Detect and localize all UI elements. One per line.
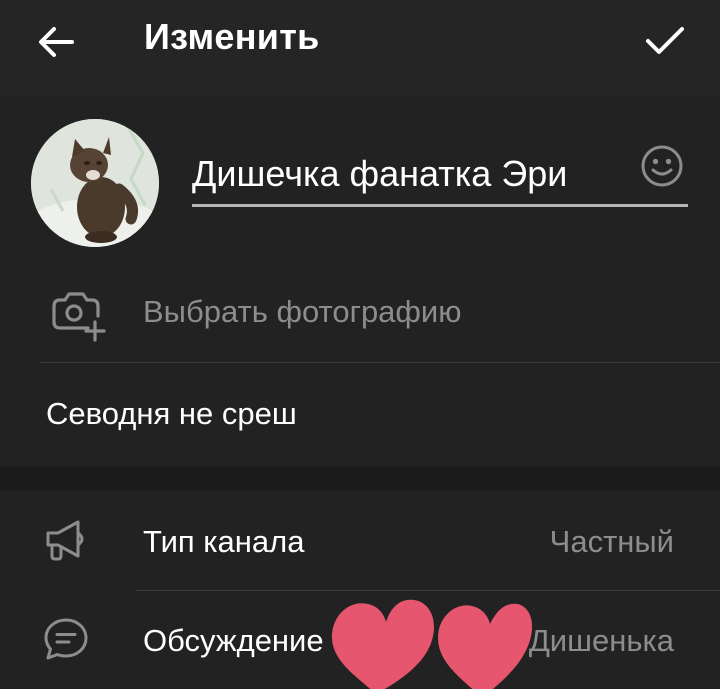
done-button[interactable] — [638, 18, 692, 64]
arrow-left-icon — [39, 27, 74, 57]
choose-photo-row[interactable]: Выбрать фотографию — [0, 268, 720, 360]
camera-add-icon — [52, 292, 106, 342]
page-title: Изменить — [144, 16, 320, 57]
emoji-button[interactable] — [638, 142, 686, 190]
channel-type-row[interactable]: Тип канала Частный — [0, 492, 720, 588]
checkmark-icon — [646, 27, 684, 54]
smile-icon — [641, 145, 683, 187]
megaphone-icon — [46, 520, 84, 561]
cat-photo — [31, 119, 159, 247]
channel-type-value: Частный — [549, 524, 674, 559]
channel-avatar[interactable] — [31, 119, 159, 247]
channel-description[interactable]: Севодня не среш — [46, 396, 297, 432]
divider — [40, 362, 720, 363]
discussion-value: Дишенька — [528, 623, 674, 658]
channel-type-label: Тип канала — [143, 524, 305, 559]
back-button[interactable] — [30, 20, 82, 64]
channel-name-input[interactable] — [192, 146, 632, 202]
discussion-row[interactable]: Обсуждение Дишенька — [0, 591, 720, 687]
discussion-label: Обсуждение — [143, 623, 324, 658]
channel-name-underline — [192, 204, 688, 207]
top-app-bar: Изменить — [0, 0, 720, 95]
choose-photo-label: Выбрать фотографию — [143, 294, 462, 329]
chat-bubble-icon — [44, 618, 88, 660]
section-gap — [0, 467, 720, 491]
